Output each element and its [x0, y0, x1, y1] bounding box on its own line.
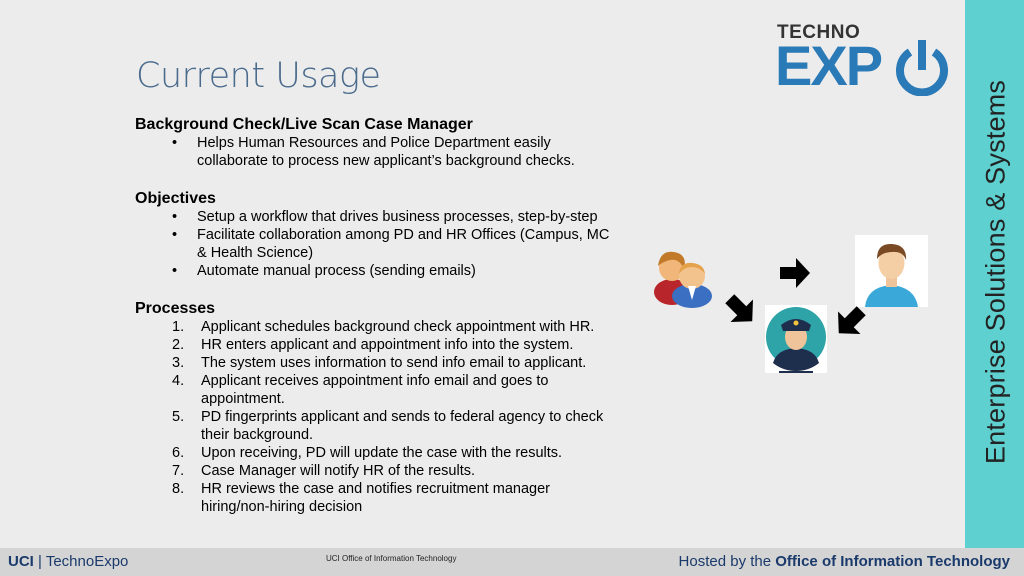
footer-technoexpo: TechnoExpo: [45, 553, 129, 570]
process-step: 5. PD fingerprints applicant and sends to…: [172, 408, 635, 426]
footer-center-text: UCI Office of Information Technology: [326, 554, 457, 563]
step-number: 8.: [172, 481, 185, 497]
footer-hosted-office: Office of Information Technology: [775, 553, 1010, 570]
step-text: PD fingerprints applicant and sends to f…: [201, 409, 604, 425]
person-icon: [855, 235, 928, 307]
arrow-icon: [838, 306, 866, 334]
process-step: 6. Upon receiving, PD will update the cas…: [172, 444, 635, 462]
arrow-icon: [780, 258, 810, 288]
footer-hosted-by: Hosted by the Office of Information Tech…: [679, 553, 1010, 570]
process-step: 1. Applicant schedules background check a…: [172, 318, 635, 336]
step-number: 7.: [172, 463, 185, 479]
footer-uci: UCI: [8, 553, 34, 570]
process-step: appointment.: [172, 390, 635, 408]
step-text: Upon receiving, PD will update the case …: [201, 445, 563, 461]
logo-expo-text: EXP: [775, 34, 883, 97]
step-text: Applicant receives appointment info emai…: [201, 373, 549, 389]
step-text: appointment.: [201, 391, 285, 407]
step-text: Case Manager will notify HR of the resul…: [201, 463, 475, 479]
list-item: Facilitate collaboration among PD and HR…: [172, 226, 635, 244]
step-text: Applicant schedules background check app…: [201, 319, 595, 335]
list-item: Helps Human Resources and Police Departm…: [172, 134, 635, 152]
step-number: 2.: [172, 337, 185, 353]
step-text: HR reviews the case and notifies recruit…: [201, 481, 550, 497]
list-item-continuation: & Health Science): [197, 245, 314, 261]
bullet-list: Setup a workflow that drives business pr…: [172, 208, 635, 244]
step-number: 3.: [172, 355, 185, 371]
section-heading-background-check: Background Check/Live Scan Case Manager: [135, 116, 473, 133]
process-step: 8. HR reviews the case and notifies recru…: [172, 480, 635, 498]
section-heading-objectives: Objectives: [135, 190, 216, 207]
list-item-continuation: collaborate to process new applicant’s b…: [197, 153, 575, 169]
step-number: 1.: [172, 319, 185, 335]
process-steps: 1. Applicant schedules background check a…: [172, 318, 635, 516]
content-area: Background Check/Live Scan Case Manager …: [135, 115, 635, 516]
techno-expo-logo: TECHNO EXP: [775, 22, 950, 97]
section-heading-processes: Processes: [135, 300, 216, 317]
process-step: 4. Applicant receives appointment info em…: [172, 372, 635, 390]
step-number: 5.: [172, 409, 185, 425]
process-step: 2. HR enters applicant and appointment in…: [172, 336, 635, 354]
step-number: 4.: [172, 373, 185, 389]
power-icon: [896, 40, 948, 96]
process-step: 3. The system uses information to send in…: [172, 354, 635, 372]
bullet-list: Helps Human Resources and Police Departm…: [172, 134, 635, 152]
list-item: Automate manual process (sending emails): [172, 262, 635, 280]
page-title: Current Usage: [136, 56, 381, 96]
police-officer-icon: [765, 305, 827, 373]
process-step: hiring/non-hiring decision: [172, 498, 635, 516]
process-step: their background.: [172, 426, 635, 444]
bullet-list: Automate manual process (sending emails): [172, 262, 635, 280]
footer-hosted-prefix: Hosted by the: [678, 553, 772, 570]
sidebar-text: Enterprise Solutions & Systems: [980, 79, 1011, 465]
users-icon: [654, 251, 712, 308]
step-number: 6.: [172, 445, 185, 461]
step-text: HR enters applicant and appointment info…: [201, 337, 574, 353]
footer-brand: UCI | TechnoExpo: [8, 553, 128, 570]
footer-separator: |: [38, 553, 42, 570]
arrow-icon: [725, 294, 753, 322]
footer: UCI | TechnoExpo UCI Office of Informati…: [0, 548, 1024, 576]
list-item: Setup a workflow that drives business pr…: [172, 208, 635, 226]
step-text: hiring/non-hiring decision: [201, 499, 363, 515]
step-text: their background.: [201, 427, 314, 443]
step-text: The system uses information to send info…: [201, 355, 587, 371]
process-step: 7. Case Manager will notify HR of the res…: [172, 462, 635, 480]
